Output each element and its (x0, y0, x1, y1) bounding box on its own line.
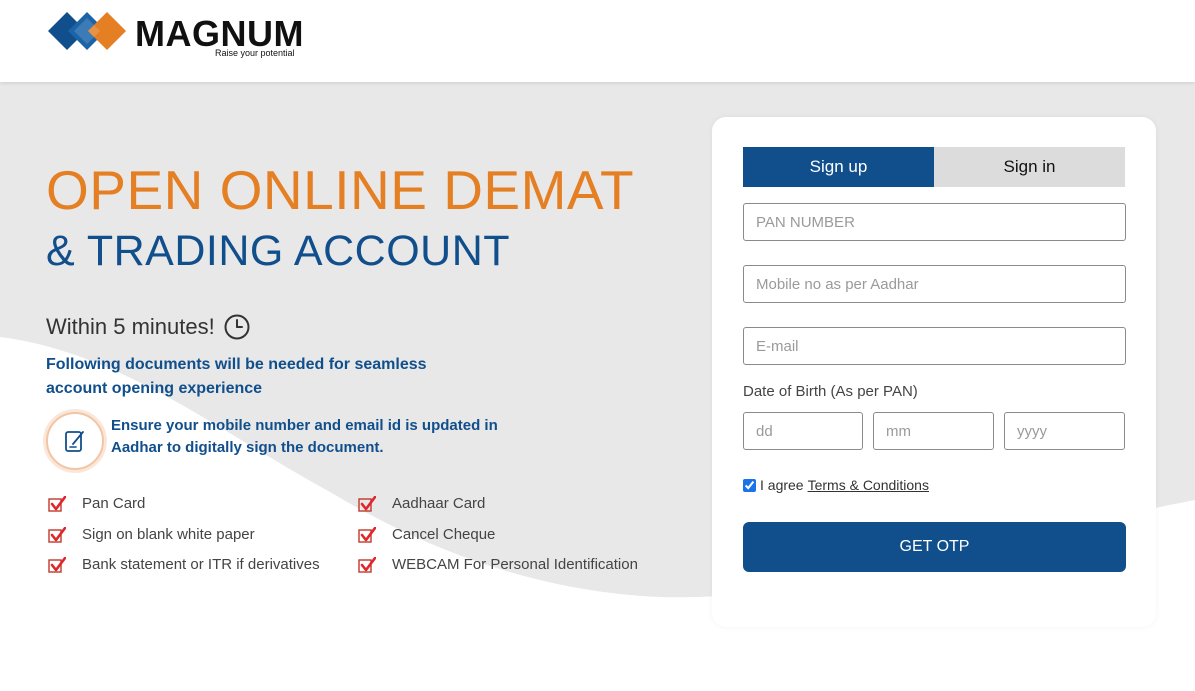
red-check-icon (48, 556, 66, 573)
agree-checkbox[interactable] (743, 478, 756, 492)
clock-icon (224, 314, 250, 340)
mobile-number-input[interactable] (743, 265, 1126, 303)
requirement-label: Aadhaar Card (392, 495, 486, 512)
aadhar-note: Ensure your mobile number and email id i… (46, 412, 526, 472)
requirement-item: Aadhaar Card (358, 495, 485, 512)
diamond-squares-icon (48, 12, 126, 50)
tab-signup[interactable]: Sign up (743, 147, 934, 187)
within-minutes: Within 5 minutes! (46, 314, 250, 340)
agree-row: I agree Terms & Conditions (743, 477, 929, 493)
terms-link[interactable]: Terms & Conditions (808, 477, 929, 493)
note-text: Ensure your mobile number and email id i… (111, 417, 498, 456)
red-check-icon (358, 526, 376, 543)
dob-year-input[interactable] (1004, 412, 1125, 450)
agree-text: I agree (760, 477, 804, 493)
pan-number-input[interactable] (743, 203, 1126, 241)
documents-intro: Following documents will be needed for s… (46, 356, 427, 397)
note-icon-circle (46, 412, 104, 470)
requirement-item: WEBCAM For Personal Identification (358, 556, 638, 573)
tab-signin[interactable]: Sign in (934, 147, 1125, 187)
requirement-label: Cancel Cheque (392, 526, 496, 543)
get-otp-button[interactable]: GET OTP (743, 522, 1126, 572)
brand-tagline: Raise your potential (215, 48, 295, 58)
red-check-icon (48, 495, 66, 512)
red-check-icon (358, 556, 376, 573)
dob-month-input[interactable] (873, 412, 994, 450)
dob-day-input[interactable] (743, 412, 863, 450)
dob-label: Date of Birth (As per PAN) (743, 383, 918, 400)
requirement-item: Bank statement or ITR if derivatives (48, 556, 320, 573)
requirement-label: Bank statement or ITR if derivatives (82, 556, 320, 573)
magnum-logo[interactable]: MAGNUM Raise your potential (48, 10, 308, 62)
site-header: MAGNUM Raise your potential (0, 0, 1195, 82)
requirement-item: Pan Card (48, 495, 145, 512)
requirement-label: WEBCAM For Personal Identification (392, 556, 638, 573)
requirement-item: Cancel Cheque (358, 526, 495, 543)
red-check-icon (358, 495, 376, 512)
requirement-label: Pan Card (82, 495, 146, 512)
requirement-label: Sign on blank white paper (82, 526, 255, 543)
hero-title-line1: OPEN ONLINE DEMAT (46, 159, 635, 221)
edit-document-icon (65, 431, 84, 452)
signup-card: Sign up Sign in Date of Birth (As per PA… (712, 117, 1156, 627)
email-input[interactable] (743, 327, 1126, 365)
requirement-item: Sign on blank white paper (48, 526, 255, 543)
hero-title-line2: & TRADING ACCOUNT (46, 227, 511, 275)
within-text: Within 5 minutes! (46, 314, 215, 339)
red-check-icon (48, 526, 66, 543)
